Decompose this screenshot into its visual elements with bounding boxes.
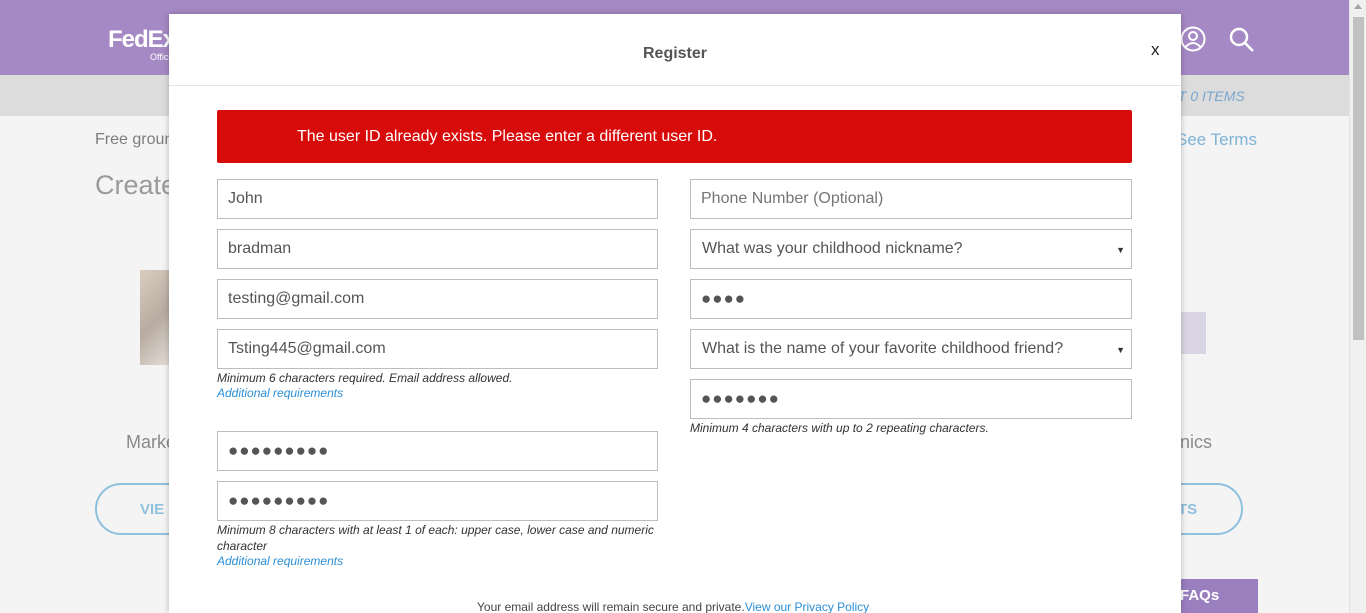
fedex-logo[interactable]: FedEx: [108, 26, 176, 54]
faqs-button[interactable]: FAQs: [1172, 579, 1258, 613]
first-name-field[interactable]: [217, 179, 658, 219]
close-button[interactable]: x: [1151, 40, 1160, 60]
chevron-down-icon: ▼: [1116, 345, 1125, 355]
free-shipping-text: Free groun: [95, 131, 174, 148]
product-image: [1180, 312, 1206, 354]
create-heading: Create: [95, 170, 177, 200]
security-question-1-select[interactable]: What was your childhood nickname? ▼: [690, 229, 1132, 269]
password-field[interactable]: ●●●●●●●●●: [217, 431, 658, 471]
phone-field[interactable]: [690, 179, 1132, 219]
password-requirements-link[interactable]: Additional requirements: [217, 554, 343, 568]
privacy-text: Your email address will remain secure an…: [477, 600, 745, 613]
security-answer-hint: Minimum 4 characters with up to 2 repeat…: [690, 421, 989, 435]
search-icon[interactable]: [1229, 27, 1255, 53]
error-alert: The user ID already exists. Please enter…: [217, 110, 1132, 163]
confirm-password-field[interactable]: ●●●●●●●●●: [217, 481, 658, 521]
password-hint: Minimum 8 characters with at least 1 of …: [217, 523, 654, 553]
category-label-graphics: nics: [1180, 432, 1213, 452]
user-id-field[interactable]: [217, 329, 658, 369]
privacy-policy-link[interactable]: View our Privacy Policy: [745, 600, 870, 613]
security-question-2-select[interactable]: What is the name of your favorite childh…: [690, 329, 1132, 369]
user-id-requirements-link[interactable]: Additional requirements: [217, 386, 343, 400]
user-id-hint: Minimum 6 characters required. Email add…: [217, 371, 513, 385]
user-icon[interactable]: [1180, 26, 1206, 52]
scrollbar[interactable]: [1349, 0, 1366, 613]
privacy-note: Your email address will remain secure an…: [477, 600, 869, 613]
scroll-up-arrow-icon[interactable]: [1354, 4, 1362, 9]
modal-title: Register: [642, 45, 708, 62]
scroll-thumb[interactable]: [1353, 17, 1364, 340]
security-question-2-value: What is the name of your favorite childh…: [702, 340, 1064, 357]
modal-header: Register x: [169, 14, 1181, 86]
see-terms-link[interactable]: See Terms: [1176, 130, 1257, 150]
security-answer-2-field[interactable]: ●●●●●●●: [690, 379, 1132, 419]
error-message: The user ID already exists. Please enter…: [297, 128, 718, 145]
chevron-down-icon: ▼: [1116, 245, 1125, 255]
security-answer-1-field[interactable]: ●●●●: [690, 279, 1132, 319]
register-modal: Register x The user ID already exists. P…: [169, 14, 1181, 613]
last-name-field[interactable]: [217, 229, 658, 269]
security-question-1-value: What was your childhood nickname?: [702, 240, 963, 257]
email-field[interactable]: [217, 279, 658, 319]
